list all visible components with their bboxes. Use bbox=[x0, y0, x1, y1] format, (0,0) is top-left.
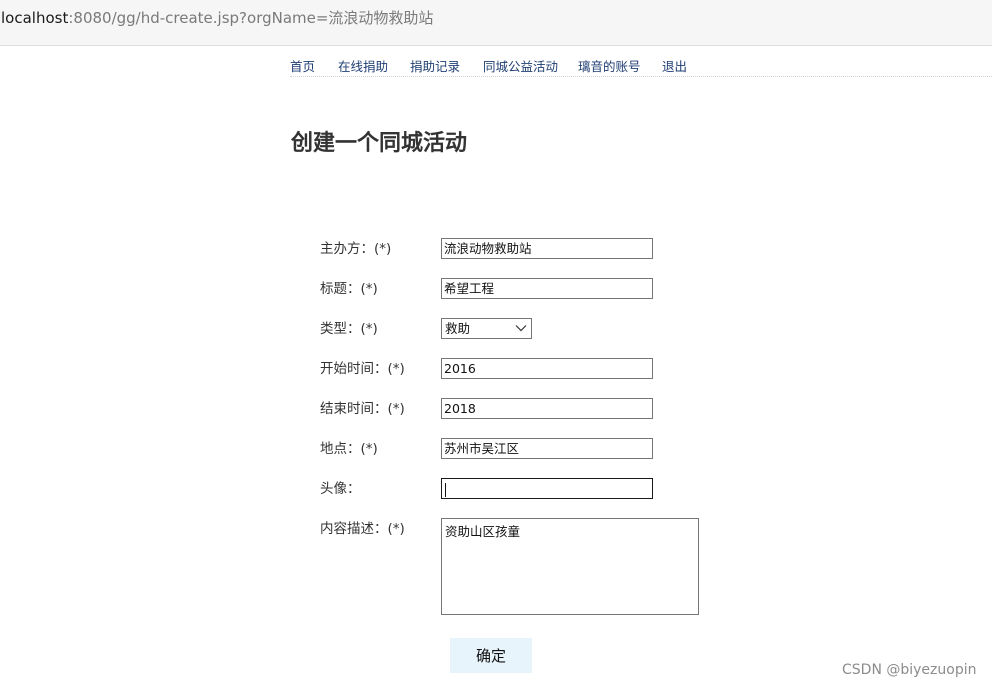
nav-online-donation-link[interactable]: 在线捐助 bbox=[338, 56, 388, 75]
avatar-label: 头像： bbox=[320, 481, 361, 497]
nav-logout-link[interactable]: 退出 bbox=[662, 56, 687, 75]
browser-address-bar[interactable]: localhost:8080/gg/hd-create.jsp?orgName=… bbox=[0, 0, 992, 46]
description-label: 内容描述：(*) bbox=[320, 521, 405, 537]
location-label: 地点：(*) bbox=[320, 441, 378, 457]
text-caret bbox=[445, 482, 446, 497]
end-time-input[interactable]: 2018 bbox=[441, 398, 653, 419]
nav-local-charity-events-link[interactable]: 同城公益活动 bbox=[483, 56, 558, 75]
top-nav: 首页 在线捐助 捐助记录 同城公益活动 璃音的账号 退出 bbox=[290, 53, 992, 77]
title-label: 标题：(*) bbox=[320, 281, 378, 297]
organizer-label: 主办方：(*) bbox=[320, 241, 392, 257]
title-input[interactable]: 希望工程 bbox=[441, 278, 653, 299]
start-time-input[interactable]: 2016 bbox=[441, 358, 653, 379]
type-selected-value: 救助 bbox=[445, 321, 471, 336]
watermark: CSDN @biyezuopin bbox=[842, 662, 977, 678]
nav-donation-records-link[interactable]: 捐助记录 bbox=[410, 56, 460, 75]
organizer-input[interactable]: 流浪动物救助站 bbox=[441, 238, 653, 259]
description-textarea[interactable]: 资助山区孩童 bbox=[441, 518, 699, 615]
start-time-label: 开始时间：(*) bbox=[320, 361, 405, 377]
end-time-label: 结束时间：(*) bbox=[320, 401, 405, 417]
url-text[interactable]: localhost:8080/gg/hd-create.jsp?orgName=… bbox=[1, 8, 433, 28]
nav-my-account-link[interactable]: 璃音的账号 bbox=[578, 56, 641, 75]
avatar-input[interactable] bbox=[441, 478, 653, 499]
url-host: localhost bbox=[1, 9, 69, 27]
nav-home-link[interactable]: 首页 bbox=[290, 56, 315, 75]
url-path: :8080/gg/hd-create.jsp?orgName=流浪动物救助站 bbox=[68, 9, 434, 27]
submit-button[interactable]: 确定 bbox=[450, 638, 532, 673]
location-input[interactable]: 苏州市吴江区 bbox=[441, 438, 653, 459]
type-select[interactable]: 救助 bbox=[441, 318, 532, 339]
type-label: 类型：(*) bbox=[320, 321, 378, 337]
chevron-down-icon bbox=[515, 325, 527, 332]
page-title: 创建一个同城活动 bbox=[291, 130, 468, 156]
